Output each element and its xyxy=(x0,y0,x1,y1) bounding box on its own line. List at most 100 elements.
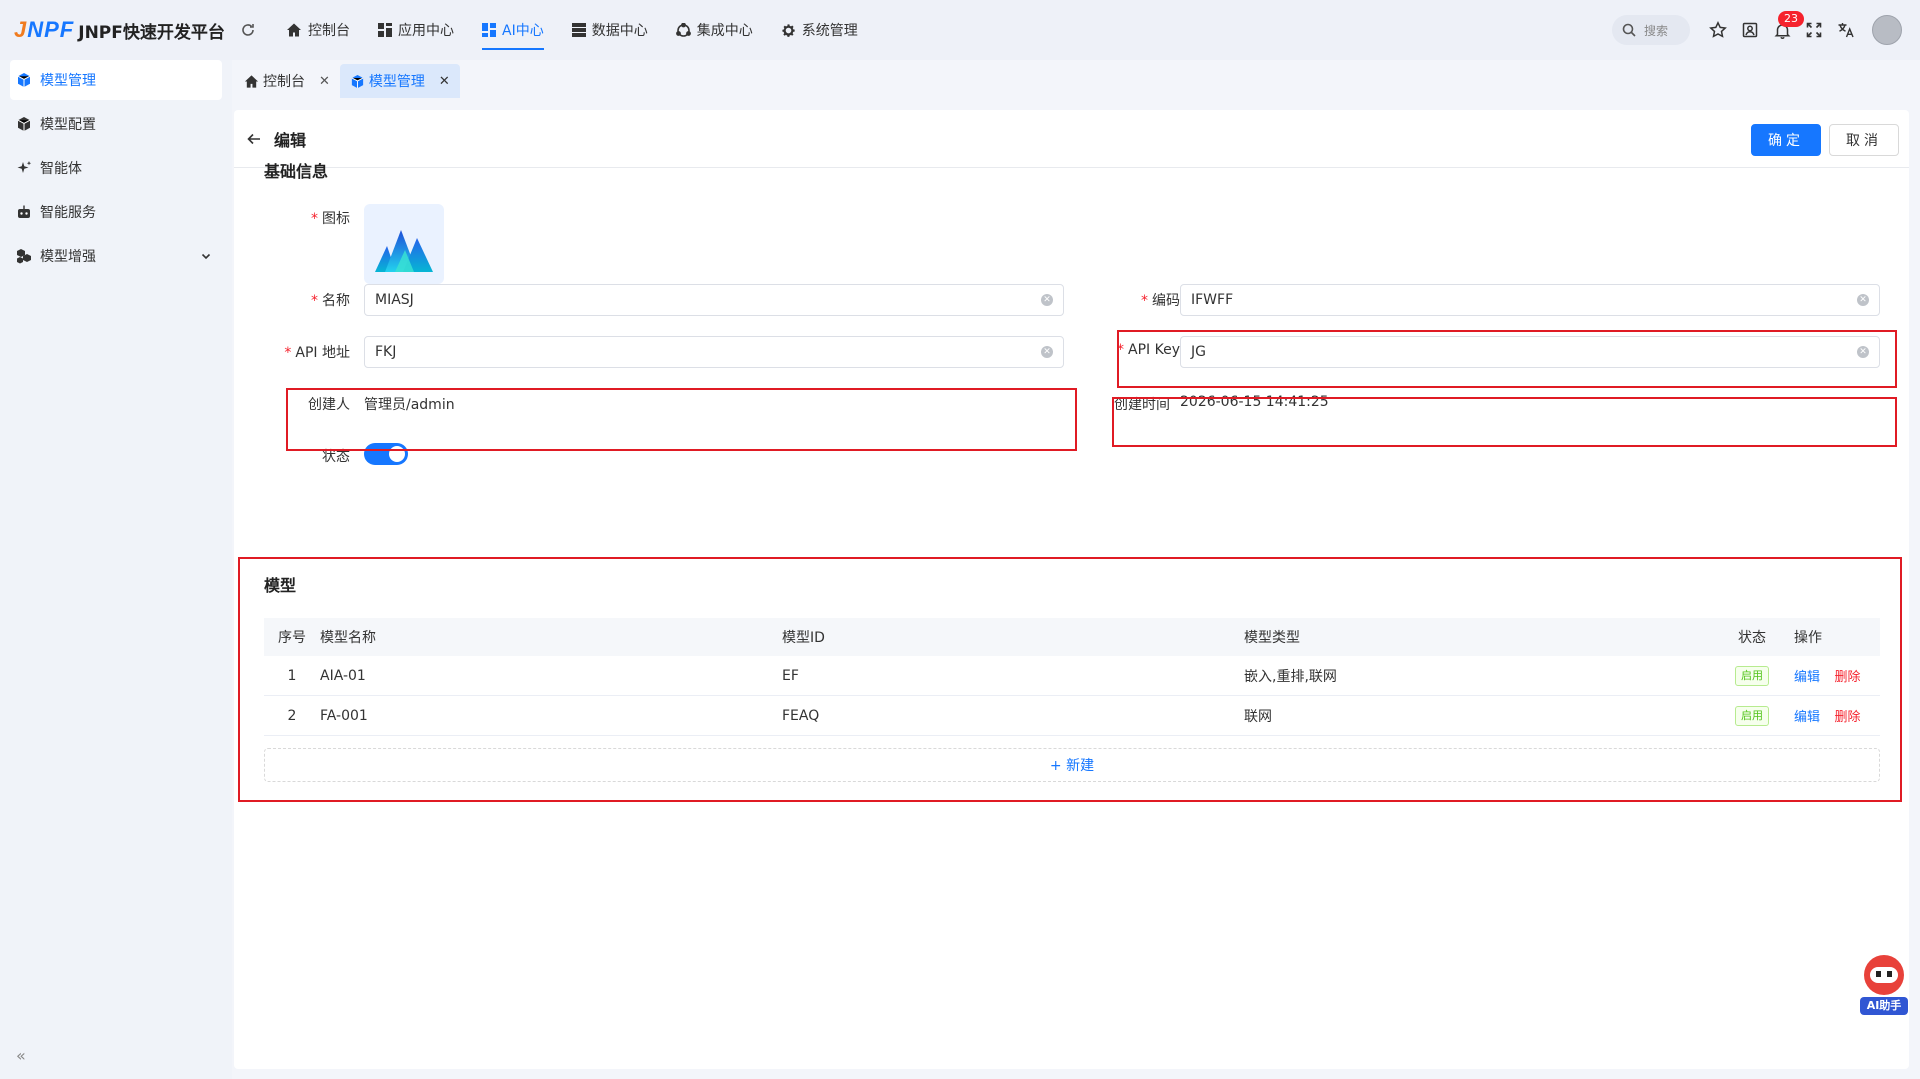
row-actions: 编辑 删除 xyxy=(1784,706,1880,725)
sidebar-item-label: 模型管理 xyxy=(40,73,96,89)
ai-assistant-button[interactable]: AI助手 xyxy=(1860,955,1908,1023)
status-badge: 启用 xyxy=(1735,665,1769,686)
clear-icon[interactable]: ✕ xyxy=(1041,294,1053,306)
add-model-button[interactable]: + 新建 xyxy=(264,748,1880,782)
page-header: 编辑 确定 取消 xyxy=(234,110,1909,168)
app-title: JNPF快速开发平台 xyxy=(78,22,225,43)
topnav-label: AI中心 xyxy=(502,23,544,39)
sidebar-item-model-enhance[interactable]: 模型增强 xyxy=(10,236,222,276)
header-actions: 确定 取消 xyxy=(1751,124,1899,156)
refresh-icon[interactable] xyxy=(236,18,260,42)
code-field[interactable]: IFWFF ✕ xyxy=(1180,284,1880,316)
chevron-down-icon xyxy=(201,253,211,260)
col-status: 状态 xyxy=(1738,630,1766,646)
api-key-field[interactable]: JG ✕ xyxy=(1180,336,1880,368)
topnav-label: 数据中心 xyxy=(591,23,648,39)
close-icon[interactable]: ✕ xyxy=(319,74,330,89)
row-status-cell: 启用 xyxy=(1720,705,1784,726)
col-actions: 操作 xyxy=(1794,630,1822,646)
cube-icon xyxy=(351,74,364,88)
sparkle-icon xyxy=(17,161,32,173)
ai-assistant-label: AI助手 xyxy=(1860,997,1908,1015)
name-field[interactable]: MIASJ ✕ xyxy=(364,284,1064,316)
row-index: 2 xyxy=(287,707,297,724)
star-icon[interactable] xyxy=(1702,14,1734,46)
sidebar-item-agent[interactable]: 智能体 xyxy=(10,148,222,188)
search-input[interactable]: 搜索 xyxy=(1612,15,1690,45)
table-row: 2 FA-001 FEAQ 联网 启用 编辑 删除 xyxy=(264,696,1880,736)
sidebar-item-label: 模型增强 xyxy=(40,249,96,265)
topnav-ai-center[interactable]: AI中心 xyxy=(468,0,558,60)
sidebar-item-model-management[interactable]: 模型管理 xyxy=(10,60,222,100)
profile-card-icon[interactable] xyxy=(1734,14,1766,46)
api-url-field[interactable]: FKJ ✕ xyxy=(364,336,1064,368)
edit-link[interactable]: 编辑 xyxy=(1794,710,1820,725)
close-icon[interactable]: ✕ xyxy=(439,74,450,89)
api-key-value: JG xyxy=(1191,344,1206,360)
collapse-sidebar-icon[interactable]: « xyxy=(16,1046,26,1065)
clear-icon[interactable]: ✕ xyxy=(1857,294,1869,306)
cube-icon xyxy=(17,73,31,87)
bell-icon[interactable]: 23 xyxy=(1766,11,1804,46)
status-toggle[interactable] xyxy=(364,443,408,465)
home-icon xyxy=(287,23,301,37)
tab-model-management[interactable]: 模型管理 ✕ xyxy=(339,64,460,98)
sidebar-item-smart-service[interactable]: 智能服务 xyxy=(10,192,222,232)
tab-console[interactable]: 控制台 ✕ xyxy=(234,64,340,98)
translate-icon[interactable] xyxy=(1830,14,1862,46)
topnav-console[interactable]: 控制台 xyxy=(272,0,364,60)
top-right-tools: 搜索 23 xyxy=(1612,0,1902,60)
clear-icon[interactable]: ✕ xyxy=(1857,346,1869,358)
row-actions: 编辑 删除 xyxy=(1784,666,1880,685)
sidebar-item-model-config[interactable]: 模型配置 xyxy=(10,104,222,144)
sidebar-item-label: 智能服务 xyxy=(40,205,96,221)
table-row: 1 AIA-01 EF 嵌入,重排,联网 启用 编辑 删除 xyxy=(264,656,1880,696)
gear-icon xyxy=(782,23,795,37)
ai-center-icon xyxy=(482,23,496,37)
delete-link[interactable]: 删除 xyxy=(1834,670,1860,685)
search-icon xyxy=(1622,23,1636,37)
row-model-name: AIA-01 xyxy=(320,667,366,684)
logo[interactable]: JNPF JNPF快速开发平台 xyxy=(0,17,232,43)
topnav-system-management[interactable]: 系统管理 xyxy=(767,0,872,60)
clear-icon[interactable]: ✕ xyxy=(1041,346,1053,358)
api-url-value: FKJ xyxy=(375,344,397,360)
robot-icon xyxy=(18,205,30,218)
home-icon xyxy=(244,74,259,88)
edit-link[interactable]: 编辑 xyxy=(1794,670,1820,685)
topnav-app-center[interactable]: 应用中心 xyxy=(364,0,468,60)
basic-info-title: 基础信息 xyxy=(264,162,329,181)
table-header: 序号 模型名称 模型ID 模型类型 状态 操作 xyxy=(264,618,1880,656)
creator-value: 管理员/admin xyxy=(364,397,455,413)
sidebar-item-label: 模型配置 xyxy=(40,117,96,133)
confirm-button[interactable]: 确定 xyxy=(1751,124,1821,156)
col-model-id: 模型ID xyxy=(782,630,825,646)
api-url-label: * API 地址 xyxy=(284,345,350,361)
database-icon xyxy=(571,23,586,37)
back-arrow-icon[interactable] xyxy=(246,131,262,147)
page-tabs: 控制台 ✕ 模型管理 ✕ xyxy=(234,64,460,98)
cancel-button[interactable]: 取消 xyxy=(1829,124,1899,156)
topnav-data-center[interactable]: 数据中心 xyxy=(558,0,662,60)
fullscreen-icon[interactable] xyxy=(1798,14,1830,46)
top-bar: JNPF JNPF快速开发平台 控制台 应用中心 AI中心 数据中心 集成中心 … xyxy=(0,0,1920,60)
topnav-label: 系统管理 xyxy=(801,23,858,39)
search-placeholder: 搜索 xyxy=(1644,23,1669,38)
icon-label: * 图标 xyxy=(311,211,350,227)
delete-link[interactable]: 删除 xyxy=(1834,710,1860,725)
model-icon-picker[interactable] xyxy=(364,204,444,284)
logo-mark: JNPF xyxy=(14,17,75,42)
name-value: MIASJ xyxy=(375,292,414,308)
top-nav: 控制台 应用中心 AI中心 数据中心 集成中心 系统管理 xyxy=(272,0,872,60)
name-label: * 名称 xyxy=(311,293,350,309)
code-label: * 编码 xyxy=(1141,293,1180,309)
page-title: 编辑 xyxy=(274,130,307,150)
row-model-type: 联网 xyxy=(1244,708,1272,725)
robot-face-icon xyxy=(1864,955,1904,995)
status-label: 状态 xyxy=(322,449,350,465)
topnav-integration-center[interactable]: 集成中心 xyxy=(662,0,767,60)
creator-label: 创建人 xyxy=(308,397,350,413)
avatar[interactable] xyxy=(1872,15,1902,45)
apps-icon xyxy=(378,23,392,37)
topnav-label: 应用中心 xyxy=(398,23,454,39)
